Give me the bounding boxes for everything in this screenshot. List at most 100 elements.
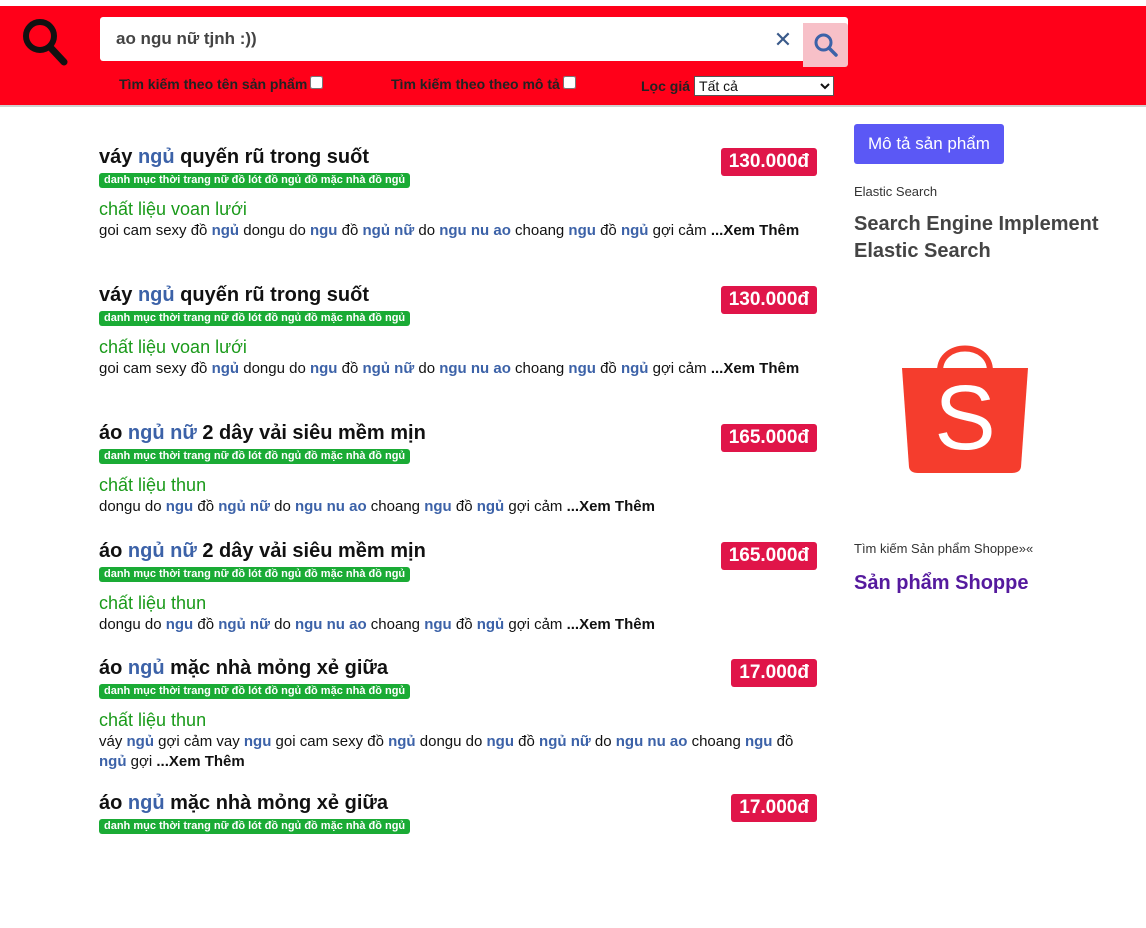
- search-box: [100, 17, 848, 61]
- result-title[interactable]: áo ngủ nữ 2 dây vải siêu mềm mịn: [99, 538, 819, 564]
- highlighted-term: ngu nu ao: [439, 360, 511, 377]
- category-badge: danh mục thời trang nữ đồ lót đồ ngủ đồ …: [99, 449, 411, 464]
- highlighted-term: ngủ: [127, 657, 165, 679]
- highlighted-term: ngủ: [127, 792, 165, 814]
- shopee-products-link[interactable]: Sản phẩm Shoppe: [854, 572, 1028, 595]
- read-more-link[interactable]: ...Xem Thêm: [567, 498, 655, 515]
- price-filter: Lọc giá Tất cả: [641, 76, 835, 96]
- search-input[interactable]: [100, 17, 760, 61]
- description-segment: goi cam sexy đồ: [271, 733, 389, 750]
- read-more-link[interactable]: ...Xem Thêm: [567, 616, 655, 633]
- filter-by-name-checkbox[interactable]: [310, 75, 324, 89]
- clear-search-icon[interactable]: ✕: [770, 27, 796, 52]
- highlighted-term: ngu: [309, 360, 338, 377]
- description-segment: goi cam sexy đồ: [99, 222, 212, 239]
- highlighted-term: ngủ: [137, 284, 175, 306]
- highlighted-term: ngu: [568, 360, 596, 377]
- description-segment: dongu do: [239, 222, 310, 239]
- material-text: chất liệu thun: [99, 475, 207, 495]
- description-segment: dongu do: [99, 498, 166, 515]
- highlighted-term: ngủ: [476, 498, 505, 515]
- description-segment: gợi cảm: [648, 222, 711, 239]
- description-text: dongu do ngu đồ ngủ nữ do ngu nu ao choa…: [99, 615, 819, 635]
- result-item[interactable]: áo ngủ nữ 2 dây vải siêu mềm mịn 165.000đ…: [99, 420, 819, 538]
- title-text: áo: [99, 792, 128, 814]
- highlighted-term: ngủ: [620, 222, 649, 239]
- shopee-logo-letter: S: [934, 367, 995, 469]
- highlighted-term: ngủ: [126, 733, 155, 750]
- category-badge: danh mục thời trang nữ đồ lót đồ ngủ đồ …: [99, 819, 411, 834]
- title-text: 2 dây vải siêu mềm mịn: [196, 540, 426, 562]
- category-badge: danh mục thời trang nữ đồ lót đồ ngủ đồ …: [99, 684, 411, 699]
- result-title[interactable]: váy ngủ quyến rũ trong suốt: [99, 282, 819, 308]
- result-item[interactable]: áo ngủ nữ 2 dây vải siêu mềm mịn 165.000đ…: [99, 538, 819, 655]
- description-segment: choang: [510, 222, 569, 239]
- description-segment: choang: [687, 733, 745, 750]
- shopee-bag-icon[interactable]: S: [900, 331, 1030, 476]
- search-logo-icon[interactable]: [20, 16, 70, 68]
- result-item[interactable]: áo ngủ mặc nhà mỏng xẻ giữa 17.000đ danh m…: [99, 790, 819, 928]
- highlighted-term: ngủ: [388, 733, 416, 750]
- description-segment: váy: [99, 733, 127, 750]
- description-segment: choang: [366, 498, 425, 515]
- description-segment: do: [269, 498, 295, 515]
- result-title[interactable]: áo ngủ nữ 2 dây vải siêu mềm mịn: [99, 420, 819, 446]
- filter-by-name-label: Tìm kiếm theo tên sản phẩm: [119, 76, 308, 92]
- material-text: chất liệu thun: [99, 593, 207, 613]
- material-text: chất liệu voan lưới: [99, 337, 247, 357]
- read-more-link[interactable]: ...Xem Thêm: [711, 222, 799, 239]
- description-segment: gợi: [126, 753, 157, 770]
- description-segment: đồ: [451, 616, 477, 633]
- filter-by-desc[interactable]: Tìm kiếm theo theo mô tả: [391, 74, 576, 94]
- highlighted-term: ngu: [165, 498, 194, 515]
- read-more-link[interactable]: ...Xem Thêm: [156, 753, 244, 770]
- search-button[interactable]: [803, 23, 848, 67]
- highlighted-term: ngu nu ao: [615, 733, 688, 750]
- highlighted-term: ngủ nữ: [127, 422, 197, 444]
- price-filter-label: Lọc giá: [641, 78, 691, 94]
- description-segment: đồ: [772, 733, 794, 750]
- description-text: goi cam sexy đồ ngủ dongu do ngu đồ ngủ …: [99, 359, 819, 379]
- material-text: chất liệu thun: [99, 710, 207, 730]
- read-more-link[interactable]: ...Xem Thêm: [711, 360, 799, 377]
- description-segment: đồ: [595, 360, 621, 377]
- filter-by-name[interactable]: Tìm kiếm theo tên sản phẩm: [119, 74, 324, 94]
- highlighted-term: ngủ nữ: [127, 540, 197, 562]
- description-segment: gợi cảm: [648, 360, 711, 377]
- result-title[interactable]: áo ngủ mặc nhà mỏng xẻ giữa: [99, 655, 819, 681]
- result-item[interactable]: váy ngủ quyến rũ trong suốt 130.000đ danh …: [99, 282, 819, 420]
- result-title[interactable]: áo ngủ mặc nhà mỏng xẻ giữa: [99, 790, 819, 816]
- description-segment: dongu do: [415, 733, 487, 750]
- search-results: váy ngủ quyến rũ trong suốt 130.000đ danh …: [99, 144, 819, 928]
- description-segment: gợi cảm: [504, 498, 567, 515]
- highlighted-term: ngu: [243, 733, 272, 750]
- title-text: váy: [99, 284, 138, 306]
- highlighted-term: ngủ: [211, 360, 240, 377]
- highlighted-term: ngủ nữ: [218, 616, 270, 633]
- description-segment: đồ: [337, 222, 363, 239]
- highlighted-term: ngu: [424, 498, 452, 515]
- title-text: quyến rũ trong suốt: [174, 146, 370, 168]
- description-segment: gợi cảm: [504, 616, 567, 633]
- price-filter-select[interactable]: Tất cả: [694, 76, 835, 96]
- elastic-search-title: Search Engine Implement Elastic Search: [854, 213, 1099, 262]
- description-text: goi cam sexy đồ ngủ dongu do ngu đồ ngủ …: [99, 221, 819, 241]
- description-segment: do: [269, 616, 295, 633]
- highlighted-term: ngu nu ao: [294, 616, 367, 633]
- category-badge: danh mục thời trang nữ đồ lót đồ ngủ đồ …: [99, 173, 411, 188]
- highlighted-term: ngủ: [476, 616, 505, 633]
- description-segment: gợi cảm vay: [154, 733, 244, 750]
- filter-by-desc-checkbox[interactable]: [562, 75, 576, 89]
- highlighted-term: ngu nu ao: [294, 498, 367, 515]
- description-segment: đồ: [451, 498, 477, 515]
- result-item[interactable]: váy ngủ quyến rũ trong suốt 130.000đ danh …: [99, 144, 819, 282]
- highlighted-term: ngu: [165, 616, 194, 633]
- highlighted-term: ngu: [744, 733, 773, 750]
- highlighted-term: ngủ: [137, 146, 175, 168]
- highlighted-term: ngủ: [99, 753, 127, 770]
- description-segment: đồ: [193, 616, 219, 633]
- result-title[interactable]: váy ngủ quyến rũ trong suốt: [99, 144, 819, 170]
- result-item[interactable]: áo ngủ mặc nhà mỏng xẻ giữa 17.000đ danh m…: [99, 655, 819, 790]
- product-description-button[interactable]: Mô tả sản phẩm: [854, 124, 1004, 164]
- description-segment: choang: [510, 360, 569, 377]
